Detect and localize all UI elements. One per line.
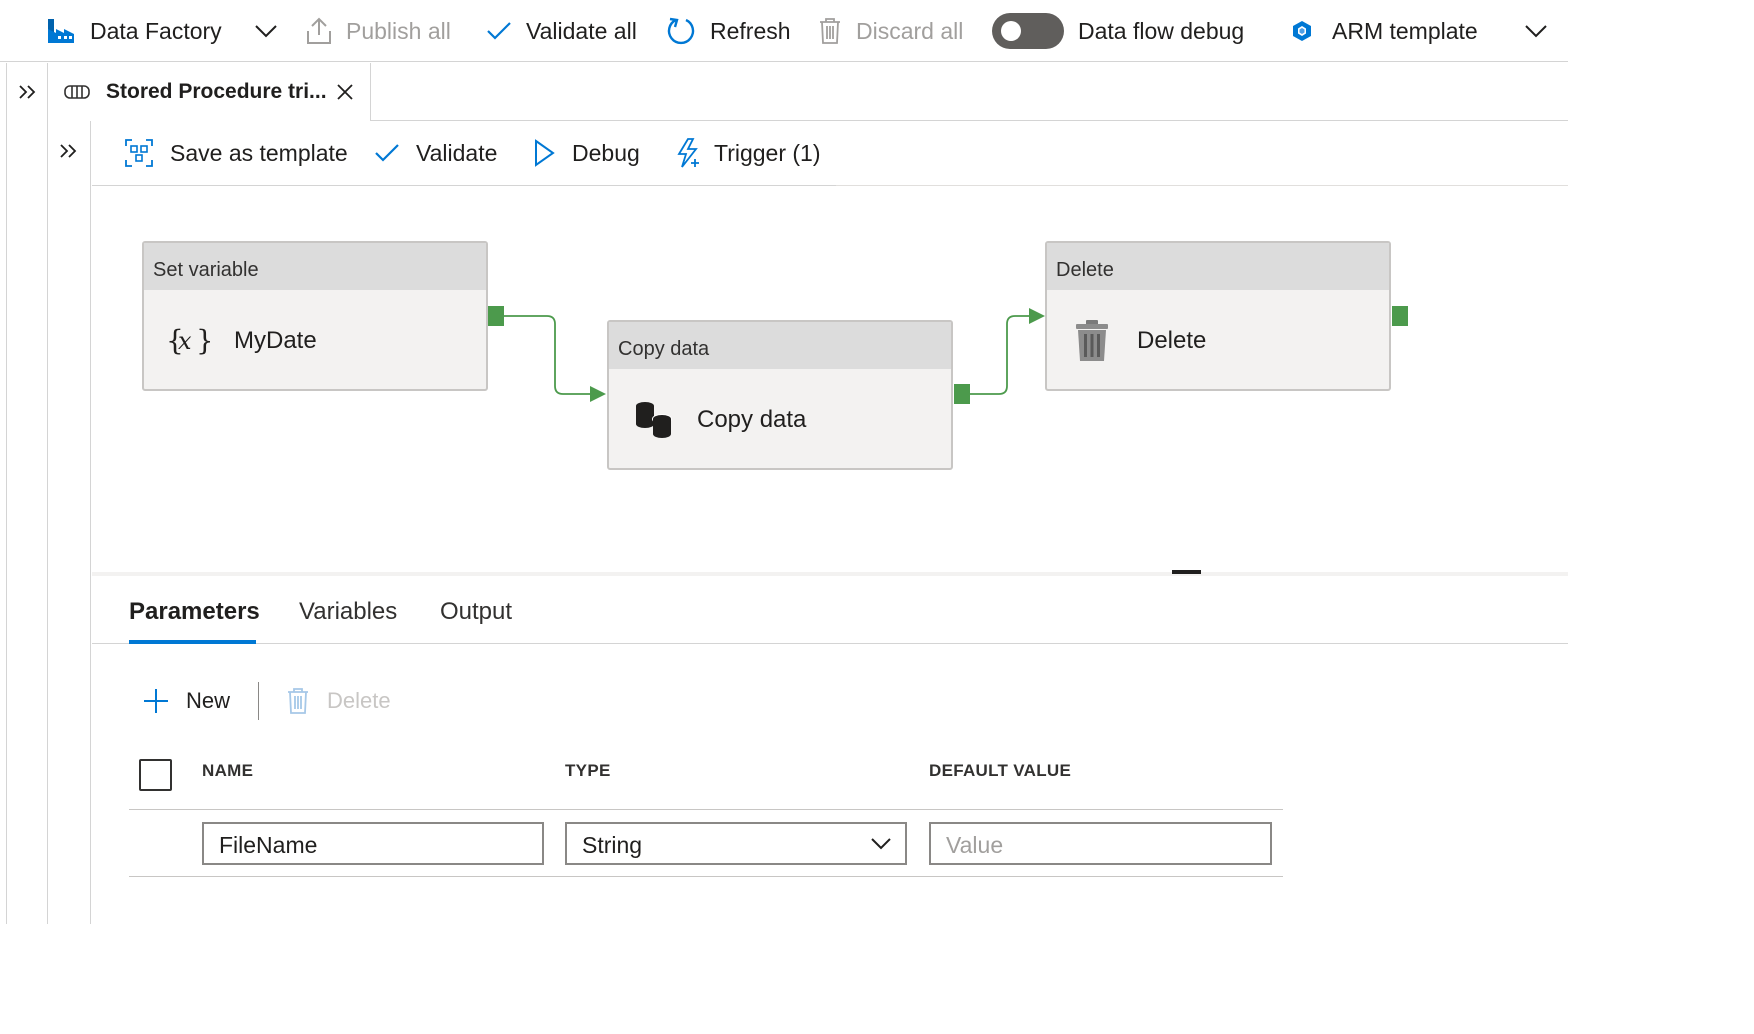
- refresh-icon: [667, 17, 695, 45]
- debug-button[interactable]: Debug: [532, 121, 640, 185]
- chevron-down-icon: [871, 838, 891, 850]
- parameter-default-value-input[interactable]: Value: [929, 822, 1272, 865]
- save-as-template-label: Save as template: [170, 139, 348, 166]
- output-port[interactable]: [1392, 306, 1408, 326]
- expand-chevron-icon[interactable]: [17, 81, 39, 103]
- grid-divider: [129, 876, 1283, 877]
- pipeline-canvas[interactable]: Set variable { x } MyDate Copy data Copy…: [92, 186, 1568, 572]
- select-all-checkbox[interactable]: [139, 759, 172, 791]
- refresh-label: Refresh: [710, 17, 791, 44]
- validate-all-button[interactable]: Validate all: [486, 0, 637, 62]
- grid-divider: [129, 809, 1283, 810]
- validate-button[interactable]: Validate: [374, 121, 497, 185]
- refresh-button[interactable]: Refresh: [666, 0, 791, 62]
- active-tab-indicator: [129, 640, 256, 644]
- pipeline-toolbar: Save as template Validate Debug Trigger …: [92, 121, 1568, 186]
- play-icon: [535, 139, 555, 167]
- command-separator: [258, 682, 259, 720]
- parameter-type-value: String: [582, 832, 643, 858]
- toggle-switch[interactable]: [992, 13, 1064, 49]
- template-icon: [125, 139, 153, 167]
- data-flow-debug-label: Data flow debug: [1078, 17, 1245, 44]
- activity-copy-data[interactable]: Copy data Copy data: [607, 320, 953, 470]
- arm-cube-icon: [1293, 21, 1311, 41]
- variable-icon: { x }: [166, 324, 210, 357]
- document-tab-strip: Stored Procedure tri...: [48, 63, 1568, 121]
- tab-parameters[interactable]: Parameters: [129, 598, 260, 626]
- close-icon[interactable]: [336, 83, 354, 101]
- svg-text:}: }: [196, 324, 210, 357]
- delete-parameter-button[interactable]: Delete: [286, 680, 391, 722]
- pipeline-tab[interactable]: Stored Procedure tri...: [48, 63, 371, 121]
- validate-label: Validate: [416, 139, 498, 166]
- arm-template-button[interactable]: ARM template: [1290, 0, 1478, 62]
- parameter-type-select[interactable]: String: [565, 822, 907, 865]
- data-flow-debug-toggle[interactable]: Data flow debug: [992, 0, 1244, 62]
- data-factory-label: Data Factory: [90, 17, 222, 44]
- activity-name: Delete: [1137, 327, 1207, 354]
- properties-tabs: Parameters Variables Output: [92, 576, 1568, 644]
- arm-dropdown-button[interactable]: [1524, 0, 1548, 62]
- upload-icon: [307, 17, 331, 44]
- factory-icon: [48, 19, 74, 43]
- factory-dropdown-button[interactable]: [254, 0, 278, 62]
- activities-rail: [48, 121, 91, 924]
- toggle-knob: [1001, 21, 1021, 41]
- activity-type-label: Set variable: [144, 243, 486, 290]
- left-rail: [6, 63, 48, 924]
- trigger-button[interactable]: Trigger (1): [674, 121, 821, 185]
- chevron-down-icon: [1525, 25, 1547, 38]
- trash-icon: [1076, 320, 1108, 361]
- discard-all-button[interactable]: Discard all: [818, 0, 963, 62]
- copy-data-icon: [636, 402, 672, 438]
- delete-label: Delete: [327, 688, 391, 713]
- svg-text:x: x: [178, 327, 192, 355]
- activity-delete[interactable]: Delete Delete: [1045, 241, 1391, 391]
- debug-label: Debug: [572, 139, 640, 166]
- publish-all-label: Publish all: [346, 17, 451, 44]
- plus-icon: [144, 689, 168, 713]
- connector-arrow-to-copy: [590, 386, 606, 402]
- trash-icon: [820, 18, 840, 44]
- new-label: New: [186, 688, 231, 713]
- connector-copy-to-delete: [970, 315, 1030, 395]
- activity-type-label: Copy data: [609, 322, 951, 369]
- parameter-name-input[interactable]: FileName: [202, 822, 544, 865]
- activity-set-variable[interactable]: Set variable { x } MyDate: [142, 241, 488, 391]
- output-port[interactable]: [954, 384, 970, 404]
- arm-template-label: ARM template: [1332, 17, 1478, 44]
- validate-all-label: Validate all: [526, 17, 637, 44]
- tab-output[interactable]: Output: [440, 598, 512, 626]
- expand-chevron-icon[interactable]: [58, 140, 80, 162]
- activity-name: MyDate: [234, 327, 317, 354]
- trash-icon: [288, 688, 308, 714]
- top-toolbar: Data Factory Publish all Validate all Re…: [0, 0, 1568, 62]
- pipeline-tab-title: Stored Procedure tri...: [106, 80, 327, 103]
- discard-all-label: Discard all: [856, 17, 964, 44]
- column-header-name[interactable]: NAME: [202, 761, 253, 795]
- output-port[interactable]: [488, 306, 504, 326]
- new-parameter-button[interactable]: New: [142, 680, 230, 722]
- checkmark-icon: [375, 144, 399, 162]
- activity-type-label: Delete: [1047, 243, 1389, 290]
- column-header-default-value[interactable]: DEFAULT VALUE: [929, 761, 1071, 795]
- splitter-grip[interactable]: [1172, 570, 1201, 574]
- save-as-template-button[interactable]: Save as template: [124, 121, 348, 185]
- lightning-icon: [677, 138, 699, 168]
- pipeline-icon: [64, 85, 90, 99]
- connector-arrow-to-delete: [1029, 308, 1045, 324]
- connector-setvar-to-copy: [504, 315, 592, 395]
- activity-name: Copy data: [697, 406, 807, 433]
- trigger-label: Trigger (1): [714, 139, 821, 166]
- properties-panel: Parameters Variables Output New Delete N…: [92, 576, 1568, 924]
- chevron-down-icon: [255, 25, 277, 38]
- tab-variables[interactable]: Variables: [299, 598, 397, 626]
- data-factory-menu[interactable]: Data Factory: [46, 0, 222, 62]
- checkmark-icon: [487, 22, 511, 40]
- publish-all-button[interactable]: Publish all: [306, 0, 451, 62]
- column-header-type[interactable]: TYPE: [565, 761, 611, 795]
